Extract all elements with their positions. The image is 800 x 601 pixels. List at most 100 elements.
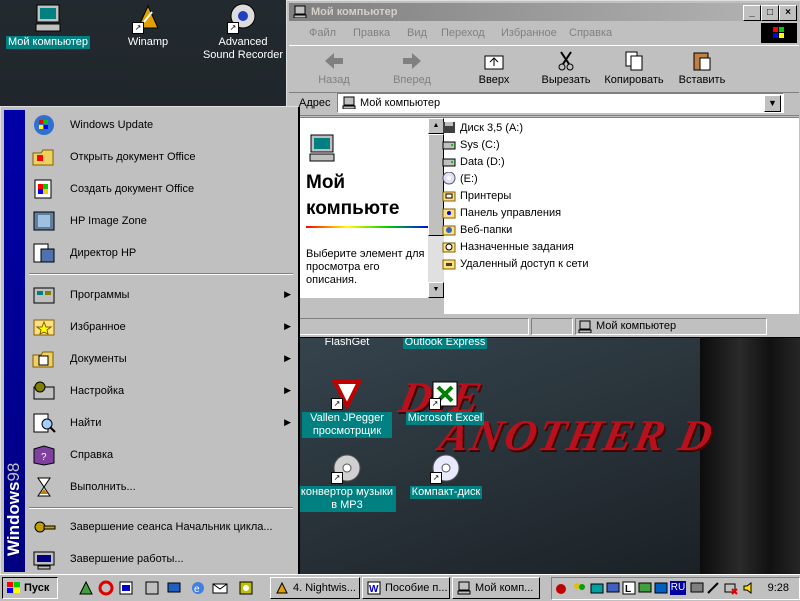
submenu-arrow-icon: ▶ bbox=[284, 417, 291, 427]
new-office-doc-icon bbox=[31, 177, 57, 201]
menu-favorites[interactable]: Избранное bbox=[501, 27, 557, 39]
documents-icon bbox=[31, 347, 57, 371]
menu-item-hp-director[interactable]: Директор HP bbox=[27, 237, 295, 269]
menu-file[interactable]: Файл bbox=[309, 27, 336, 39]
task-button-word[interactable]: W Пособие п... bbox=[362, 577, 450, 599]
menu-item-run[interactable]: Выполнить... bbox=[27, 471, 295, 503]
forward-arrow-icon bbox=[400, 50, 424, 72]
address-input[interactable]: Мой компьютер ▼ bbox=[337, 93, 784, 113]
menu-item-hp-image-zone[interactable]: HP Image Zone bbox=[27, 205, 295, 237]
desktop-icon-mp3-converter[interactable]: ↗ конвертор музыки в MP3 bbox=[298, 452, 396, 512]
quicklaunch-opera-icon[interactable] bbox=[98, 580, 114, 596]
svg-text:?: ? bbox=[41, 452, 47, 463]
explorer-window: Мой компьютер _ □ × Файл Правка Вид Пере… bbox=[286, 0, 800, 338]
list-item-dialup[interactable]: Удаленный доступ к сети bbox=[442, 256, 588, 273]
tray-volume-icon[interactable] bbox=[742, 581, 756, 595]
quicklaunch-show-desktop-icon[interactable] bbox=[144, 580, 160, 596]
tray-monitor-icon[interactable] bbox=[606, 581, 620, 595]
up-button[interactable]: Вверх bbox=[469, 50, 519, 86]
list-item-drive-d[interactable]: Data (D:) bbox=[442, 154, 588, 171]
menu-item-new-office-doc[interactable]: Создать документ Office bbox=[27, 173, 295, 205]
desktop-icon-cd[interactable]: ↗ Компакт-диск bbox=[404, 452, 488, 499]
excel-icon: ↗ bbox=[429, 378, 461, 410]
tray-disconnected-icon[interactable] bbox=[724, 581, 738, 595]
winamp-icon: ↗ bbox=[132, 2, 164, 34]
menu-go[interactable]: Переход bbox=[441, 27, 485, 39]
menu-item-programs[interactable]: Программы ▶ bbox=[27, 279, 295, 311]
menu-help[interactable]: Справка bbox=[569, 27, 612, 39]
list-item-printers[interactable]: Принтеры bbox=[442, 188, 588, 205]
cut-button[interactable]: Вырезать bbox=[535, 50, 597, 86]
banner-version: 98 bbox=[4, 462, 23, 482]
tray-app-icon[interactable] bbox=[654, 581, 668, 595]
menu-item-favorites[interactable]: Избранное ▶ bbox=[27, 311, 295, 343]
printers-folder-icon bbox=[442, 189, 456, 202]
pane-horizontal-scrollbar[interactable] bbox=[290, 298, 444, 314]
hard-drive-icon bbox=[442, 138, 456, 151]
desktop-icon-my-computer[interactable]: Мой компьютер bbox=[2, 2, 94, 49]
menu-item-help[interactable]: ? Справка bbox=[27, 439, 295, 471]
tray-display-icon[interactable] bbox=[638, 581, 652, 595]
menu-edit[interactable]: Правка bbox=[353, 27, 390, 39]
minimize-button[interactable]: _ bbox=[743, 5, 761, 21]
menu-item-settings[interactable]: Настройка ▶ bbox=[27, 375, 295, 407]
task-button-my-computer[interactable]: Мой комп... bbox=[452, 577, 540, 599]
menu-view[interactable]: Вид bbox=[407, 27, 427, 39]
dialup-icon bbox=[442, 257, 456, 270]
pane-divider bbox=[306, 226, 428, 228]
programs-icon bbox=[31, 283, 57, 307]
desktop-icon-winamp[interactable]: ↗ Winamp bbox=[110, 2, 186, 49]
copy-button[interactable]: Копировать bbox=[601, 50, 667, 86]
menu-item-shutdown[interactable]: Завершение работы... bbox=[27, 543, 295, 575]
list-item-web-folders[interactable]: Веб-папки bbox=[442, 222, 588, 239]
quicklaunch-ie-icon[interactable]: e bbox=[190, 580, 206, 596]
scheduled-tasks-icon bbox=[442, 240, 456, 253]
list-item-floppy[interactable]: Диск 3,5 (A:) bbox=[442, 120, 588, 137]
quicklaunch-network-icon[interactable] bbox=[166, 580, 182, 596]
back-button[interactable]: Назад bbox=[309, 50, 359, 86]
maximize-button[interactable]: □ bbox=[761, 5, 779, 21]
address-dropdown-button[interactable]: ▼ bbox=[764, 95, 781, 112]
menu-item-windows-update[interactable]: Windows Update bbox=[27, 109, 295, 141]
tray-people-icon[interactable] bbox=[572, 581, 586, 595]
quicklaunch-outlook-icon[interactable] bbox=[212, 580, 228, 596]
forward-button[interactable]: Вперед bbox=[385, 50, 439, 86]
copy-icon bbox=[622, 50, 646, 72]
desktop-icon-sound-recorder[interactable]: ↗ Advanced Sound Recorder bbox=[200, 2, 286, 62]
explorer-task-icon bbox=[457, 581, 471, 595]
hard-drive-icon bbox=[442, 155, 456, 168]
desktop-icon-jpegger[interactable]: ↗ Vallen JPegger просмотрщик bbox=[302, 378, 392, 438]
start-button[interactable]: Пуск bbox=[2, 577, 58, 599]
quicklaunch-app-icon[interactable] bbox=[118, 580, 134, 596]
desktop-icon-excel[interactable]: ↗ Microsoft Excel bbox=[402, 378, 488, 425]
paste-button[interactable]: Вставить bbox=[673, 50, 731, 86]
window-titlebar[interactable]: Мой компьютер _ □ × bbox=[289, 3, 799, 21]
pane-description: Выберите элемент для просмотра его описа… bbox=[306, 248, 425, 286]
list-item-control-panel[interactable]: Панель управления bbox=[442, 205, 588, 222]
windows-logo-icon bbox=[761, 23, 797, 43]
tray-letter-l-icon[interactable]: L bbox=[622, 581, 636, 595]
list-item-scheduled-tasks[interactable]: Назначенные задания bbox=[442, 239, 588, 256]
task-button-winamp[interactable]: 4. Nightwis... bbox=[270, 577, 360, 599]
list-item-drive-c[interactable]: Sys (C:) bbox=[442, 137, 588, 154]
quicklaunch-player-icon[interactable] bbox=[238, 580, 254, 596]
tray-monitor2-icon[interactable] bbox=[690, 581, 704, 595]
quicklaunch-desktop-icon[interactable] bbox=[78, 580, 94, 596]
list-item-drive-e[interactable]: (E:) bbox=[442, 171, 588, 188]
address-label: Адрес bbox=[299, 97, 331, 109]
menu-item-open-office-doc[interactable]: Открыть документ Office bbox=[27, 141, 295, 173]
close-button[interactable]: × bbox=[779, 5, 797, 21]
tray-virus-icon[interactable] bbox=[554, 581, 568, 595]
tray-tools-icon[interactable] bbox=[706, 581, 720, 595]
scroll-down-button[interactable]: ▼ bbox=[428, 282, 444, 298]
cd-icon: ↗ bbox=[430, 452, 462, 484]
menu-item-logoff[interactable]: Завершение сеанса Начальник цикла... bbox=[27, 511, 295, 543]
menu-item-find[interactable]: Найти ▶ bbox=[27, 407, 295, 439]
language-indicator[interactable]: RU bbox=[670, 581, 686, 595]
tray-network-icon[interactable] bbox=[590, 581, 604, 595]
menu-item-documents[interactable]: Документы ▶ bbox=[27, 343, 295, 375]
wallpaper-dark-panel bbox=[700, 330, 800, 578]
submenu-arrow-icon: ▶ bbox=[284, 353, 291, 363]
status-bar: Мой компьютер bbox=[289, 317, 799, 335]
clock[interactable]: 9:28 bbox=[768, 582, 789, 594]
